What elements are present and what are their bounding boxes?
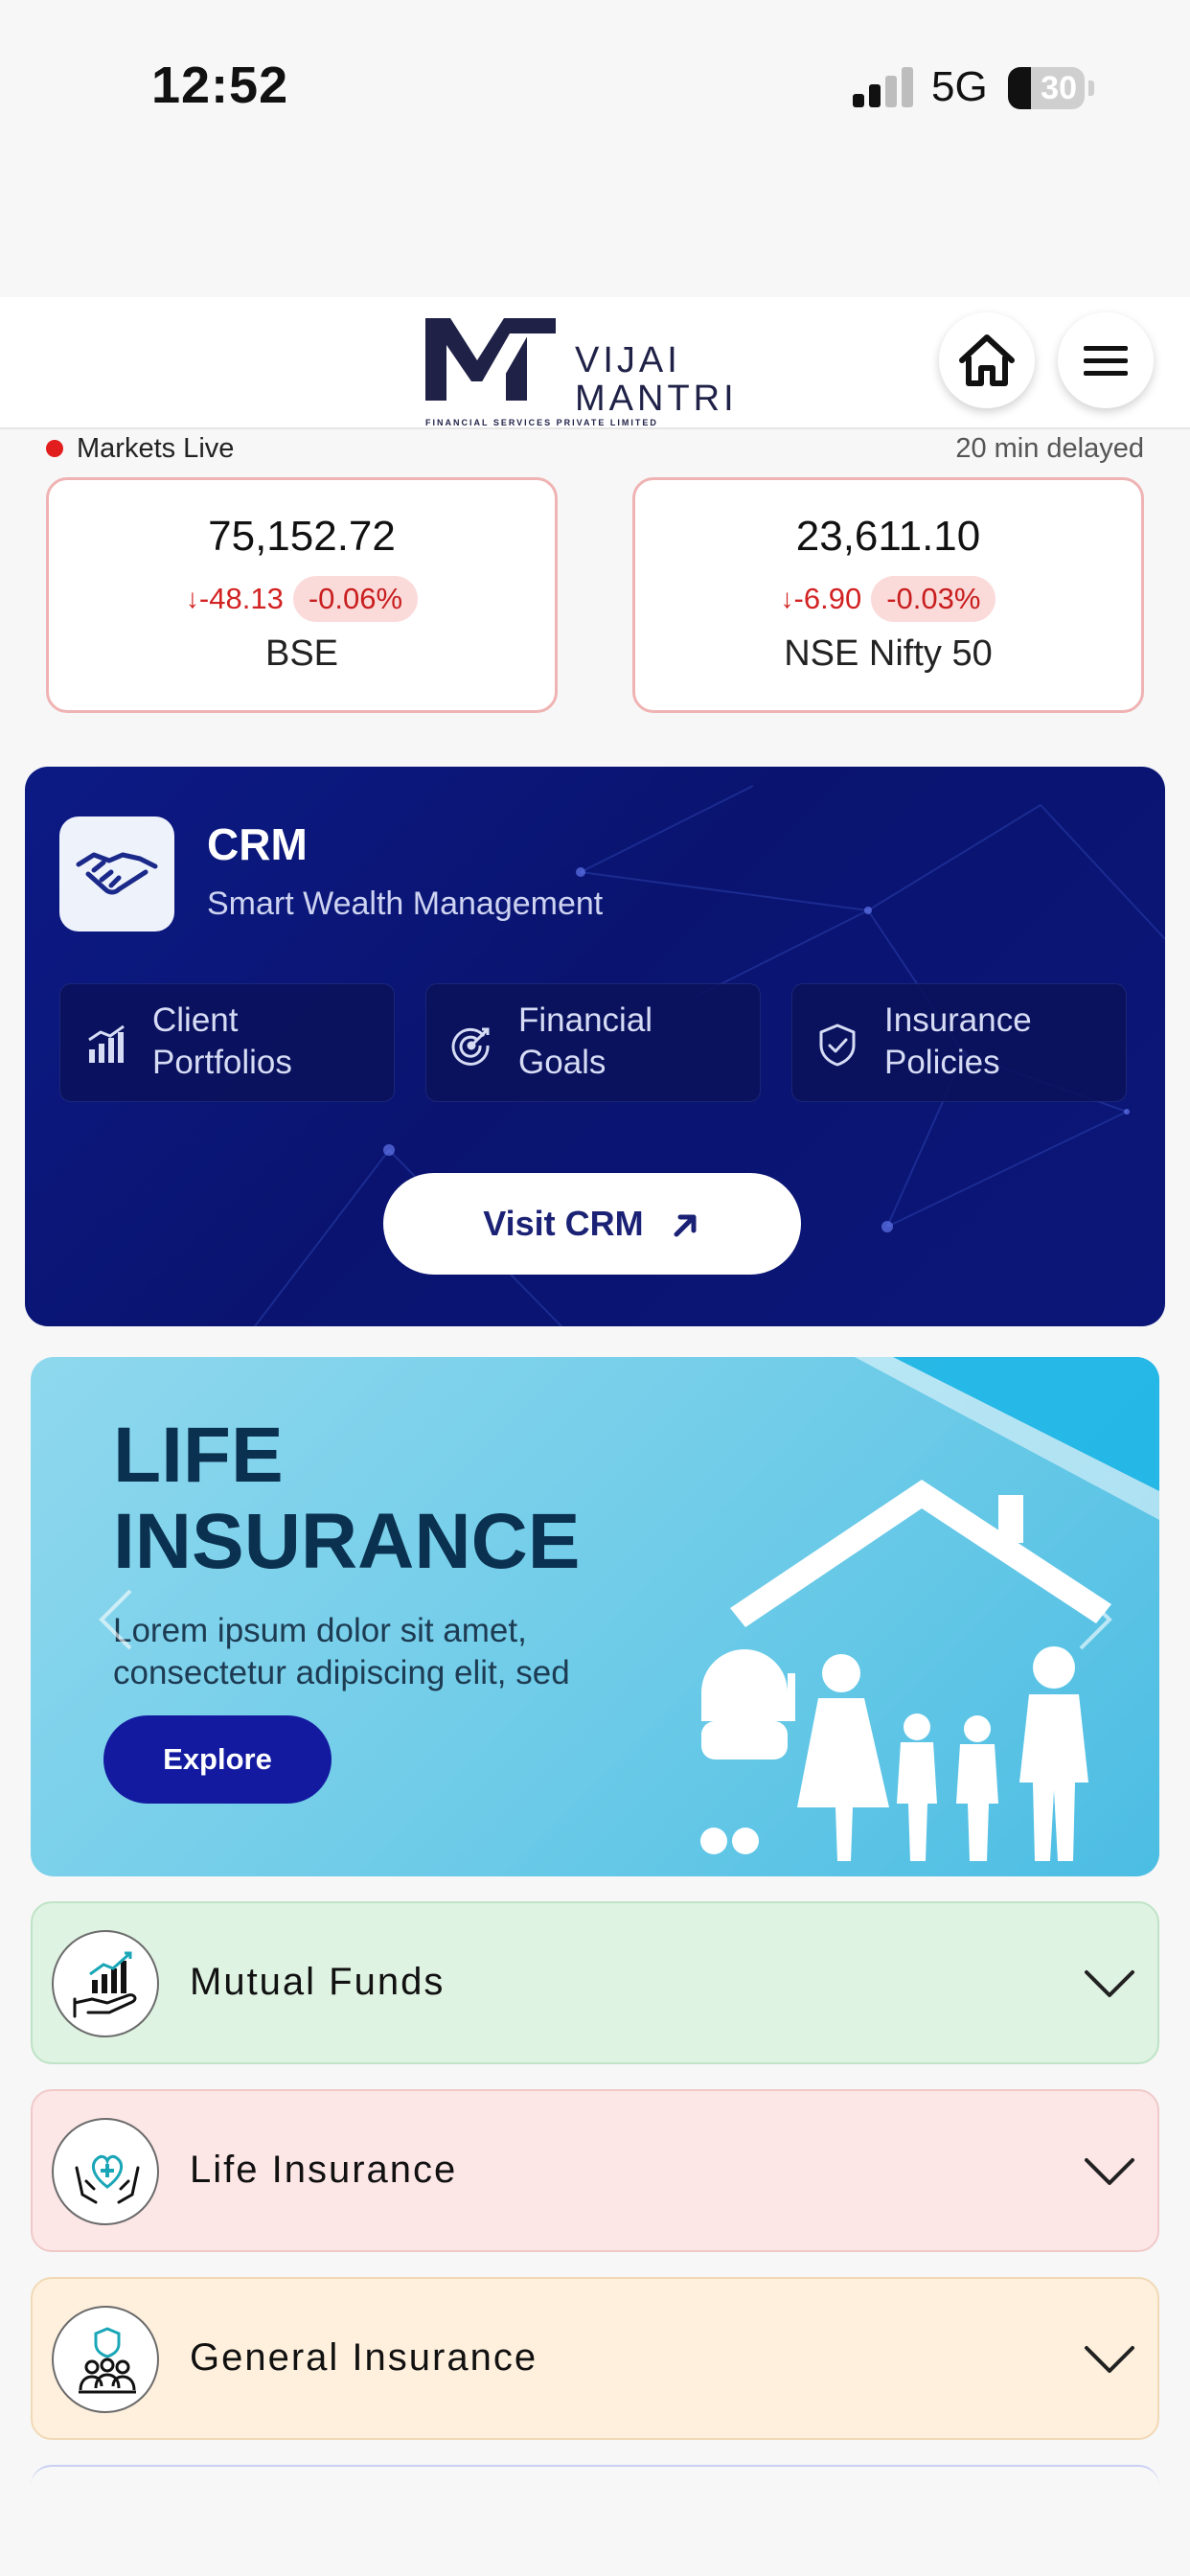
chevron-down-icon bbox=[1085, 2158, 1134, 2185]
delay-label: 20 min delayed bbox=[955, 433, 1144, 464]
feature-client-portfolios[interactable]: Client Portfolios bbox=[59, 983, 395, 1102]
logo-tagline: FINANCIAL SERVICES PRIVATE LIMITED bbox=[425, 418, 658, 427]
promo-banner-carousel[interactable]: LIFE INSURANCE Lorem ipsum dolor sit ame… bbox=[31, 1357, 1159, 1876]
index-change: -48.13 bbox=[198, 582, 284, 615]
handshake-icon bbox=[76, 852, 158, 895]
live-indicator-icon bbox=[46, 440, 63, 457]
chevron-right-icon[interactable] bbox=[1065, 1581, 1123, 1658]
status-time: 12:52 bbox=[151, 57, 289, 114]
index-change: -6.90 bbox=[793, 582, 862, 615]
index-change-row: ↓-6.90 -0.03% bbox=[635, 576, 1141, 622]
arrow-down-icon: ↓ bbox=[780, 584, 794, 613]
markets-status-row: Markets Live 20 min delayed bbox=[46, 431, 1144, 468]
bar-chart-icon bbox=[88, 1024, 125, 1063]
index-card-nse[interactable]: 23,611.10 ↓-6.90 -0.03% NSE Nifty 50 bbox=[632, 477, 1144, 713]
battery-tip bbox=[1088, 80, 1094, 96]
feature-label: Financial Goals bbox=[518, 1001, 653, 1081]
feature-financial-goals[interactable]: Financial Goals bbox=[425, 983, 761, 1102]
accordion-label: Mutual Funds bbox=[190, 1961, 446, 2003]
banner-title: LIFE INSURANCE bbox=[113, 1412, 581, 1585]
feature-insurance-policies[interactable]: Insurance Policies bbox=[791, 983, 1127, 1102]
index-name: NSE Nifty 50 bbox=[784, 633, 993, 674]
crm-card: CRM Smart Wealth Management Client Portf… bbox=[25, 767, 1165, 1326]
battery-level: 30 bbox=[1041, 70, 1077, 106]
status-bar: 12:52 5G 30 bbox=[0, 0, 1190, 297]
hamburger-menu-icon bbox=[1084, 346, 1128, 376]
chevron-down-icon bbox=[1085, 2346, 1134, 2373]
index-name: BSE bbox=[264, 633, 339, 674]
shield-check-icon bbox=[819, 1024, 856, 1067]
accordion-label: Life Insurance bbox=[190, 2149, 458, 2191]
accordion-general-insurance[interactable]: General Insurance bbox=[31, 2277, 1159, 2440]
banner-description: Lorem ipsum dolor sit amet, consectetur … bbox=[113, 1612, 570, 1691]
markets-live-label: Markets Live bbox=[77, 433, 235, 464]
home-button[interactable] bbox=[939, 312, 1035, 408]
chevron-left-icon[interactable] bbox=[88, 1581, 146, 1658]
investment-growth-icon bbox=[73, 1951, 137, 2018]
home-icon bbox=[959, 334, 1015, 386]
accordion-label: General Insurance bbox=[190, 2336, 538, 2379]
index-card-bse[interactable]: 75,152.72 ↓-48.13 -0.06% BSE bbox=[46, 477, 558, 713]
app-screen: 12:52 5G 30 VIJAI MANTRI FINANCIAL SERVI… bbox=[0, 0, 1190, 2576]
feature-label: Client Portfolios bbox=[152, 1001, 292, 1081]
company-logo[interactable]: VIJAI MANTRI FINANCIAL SERVICES PRIVATE … bbox=[422, 312, 778, 427]
accordion-life-insurance[interactable]: Life Insurance bbox=[31, 2089, 1159, 2252]
explore-button[interactable]: Explore bbox=[103, 1715, 332, 1804]
arrow-up-right-icon bbox=[674, 1214, 697, 1237]
index-percent-badge: -0.06% bbox=[292, 576, 419, 622]
logo-mark-icon bbox=[425, 318, 556, 401]
accordion-mutual-funds[interactable]: Mutual Funds bbox=[31, 1901, 1159, 2064]
target-icon bbox=[451, 1027, 490, 1066]
accordion-next-item-partial[interactable] bbox=[31, 2465, 1159, 2503]
family-protection-icon bbox=[75, 2154, 140, 2204]
feature-label: Insurance Policies bbox=[884, 1001, 1032, 1081]
app-header: VIJAI MANTRI FINANCIAL SERVICES PRIVATE … bbox=[0, 297, 1190, 429]
menu-button[interactable] bbox=[1058, 312, 1154, 408]
chevron-down-icon bbox=[1085, 1970, 1134, 1997]
visit-crm-label: Visit CRM bbox=[483, 1204, 644, 1243]
crm-icon-box bbox=[59, 816, 174, 932]
index-value: 75,152.72 bbox=[208, 513, 396, 560]
battery-icon: 30 bbox=[1008, 67, 1085, 109]
index-change-row: ↓-48.13 -0.06% bbox=[49, 576, 555, 622]
accordion-icon-badge bbox=[52, 2306, 159, 2413]
accordion-icon-badge bbox=[52, 2118, 159, 2225]
crm-subtitle: Smart Wealth Management bbox=[207, 886, 604, 922]
logo-wordmark: VIJAI MANTRI bbox=[575, 340, 738, 419]
accordion-icon-badge bbox=[52, 1930, 159, 2037]
crm-title: CRM bbox=[207, 819, 308, 869]
index-value: 23,611.10 bbox=[795, 513, 981, 560]
index-percent-badge: -0.03% bbox=[871, 576, 996, 622]
network-type: 5G bbox=[931, 63, 988, 110]
arrow-down-icon: ↓ bbox=[185, 584, 199, 613]
group-shield-icon bbox=[79, 2327, 136, 2394]
signal-icon bbox=[853, 67, 914, 107]
visit-crm-button[interactable]: Visit CRM bbox=[383, 1173, 801, 1275]
